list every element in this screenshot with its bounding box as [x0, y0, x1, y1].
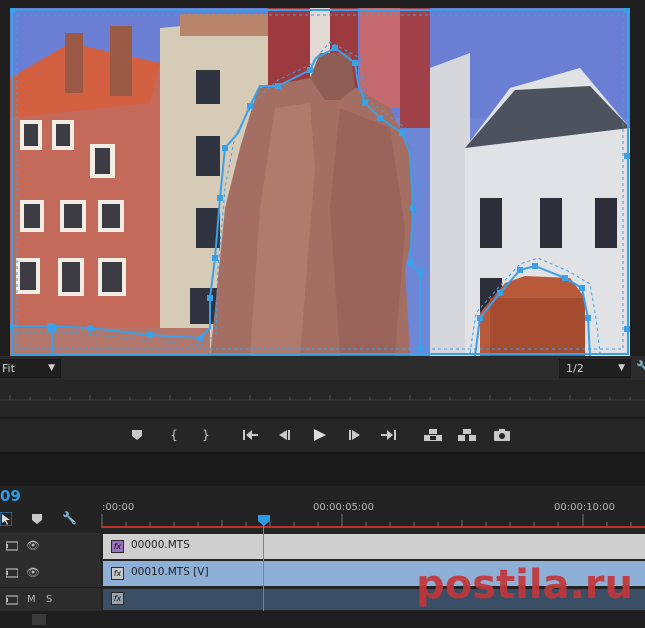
mute-button[interactable]: M — [27, 594, 36, 605]
zoom-value: Fit — [2, 362, 15, 375]
go-to-in-icon[interactable] — [240, 424, 262, 446]
ruler-label-2: 00:00:10:00 — [554, 502, 615, 513]
export-frame-icon[interactable] — [491, 424, 513, 446]
ruler-label-1: 00:00:05:00 — [313, 502, 374, 513]
timeline-header: 09 🔧 :00:00 00:00:05:00 00:00:10:00 — [0, 486, 645, 532]
film-icon[interactable] — [5, 541, 19, 554]
ruler-label-0: :00:00 — [102, 502, 134, 513]
monitor-time-ruler[interactable] — [0, 380, 645, 420]
play-icon[interactable] — [309, 424, 331, 446]
playhead-icon[interactable] — [258, 515, 270, 526]
fx-badge-icon: fx — [111, 592, 124, 605]
chevron-down-icon: ▼ — [618, 363, 625, 373]
scroll-handle[interactable] — [32, 614, 46, 625]
track-header: 👁 — [0, 560, 101, 587]
step-forward-icon[interactable] — [344, 424, 366, 446]
fx-badge-icon: fx — [111, 540, 124, 553]
lift-icon[interactable] — [422, 424, 444, 446]
eye-icon[interactable]: 👁 — [26, 566, 40, 579]
track-header: 👁 — [0, 533, 101, 560]
program-monitor[interactable] — [0, 0, 645, 356]
film-icon[interactable] — [5, 595, 19, 608]
clip-name: 00000.MTS — [131, 539, 190, 551]
selection-tool-icon[interactable] — [0, 511, 13, 527]
solo-button[interactable]: S — [46, 594, 52, 605]
timeline-scrollbar[interactable] — [0, 611, 645, 628]
mark-in-icon[interactable]: { — [163, 424, 185, 446]
resolution-value: 1/2 — [566, 362, 584, 375]
mark-out-icon[interactable]: } — [195, 424, 217, 446]
fx-badge-icon: fx — [111, 567, 124, 580]
clip[interactable]: fx 00000.MTS — [103, 534, 645, 559]
monitor-controls-bar: Fit ▼ 1/2 ▼ 🔧 — [0, 356, 645, 380]
wrench-icon[interactable]: 🔧 — [636, 360, 645, 374]
extract-icon[interactable] — [456, 424, 478, 446]
eye-icon[interactable]: 👁 — [26, 539, 40, 552]
wrench-icon[interactable]: 🔧 — [62, 511, 77, 525]
panel-divider — [0, 452, 645, 488]
marker-icon[interactable] — [126, 424, 148, 446]
transport-controls: { } — [0, 420, 645, 452]
playhead-line — [263, 525, 264, 611]
watermark-text: postila.ru — [416, 562, 633, 608]
track-v2: 👁 fx 00000.MTS — [0, 533, 645, 560]
timeline-ruler[interactable]: :00:00 00:00:05:00 00:00:10:00 — [101, 486, 645, 532]
film-icon[interactable] — [5, 568, 19, 581]
video-frame[interactable] — [10, 8, 630, 356]
add-marker-icon[interactable] — [32, 514, 42, 527]
chevron-down-icon: ▼ — [48, 363, 55, 373]
resolution-dropdown[interactable]: 1/2 ▼ — [559, 359, 631, 378]
go-to-out-icon[interactable] — [378, 424, 400, 446]
zoom-dropdown[interactable]: Fit ▼ — [0, 359, 61, 378]
clip-name: 00010.MTS [V] — [131, 566, 209, 578]
timecode-display[interactable]: 09 — [0, 487, 21, 505]
step-back-icon[interactable] — [274, 424, 296, 446]
track-header: M S — [0, 588, 101, 611]
